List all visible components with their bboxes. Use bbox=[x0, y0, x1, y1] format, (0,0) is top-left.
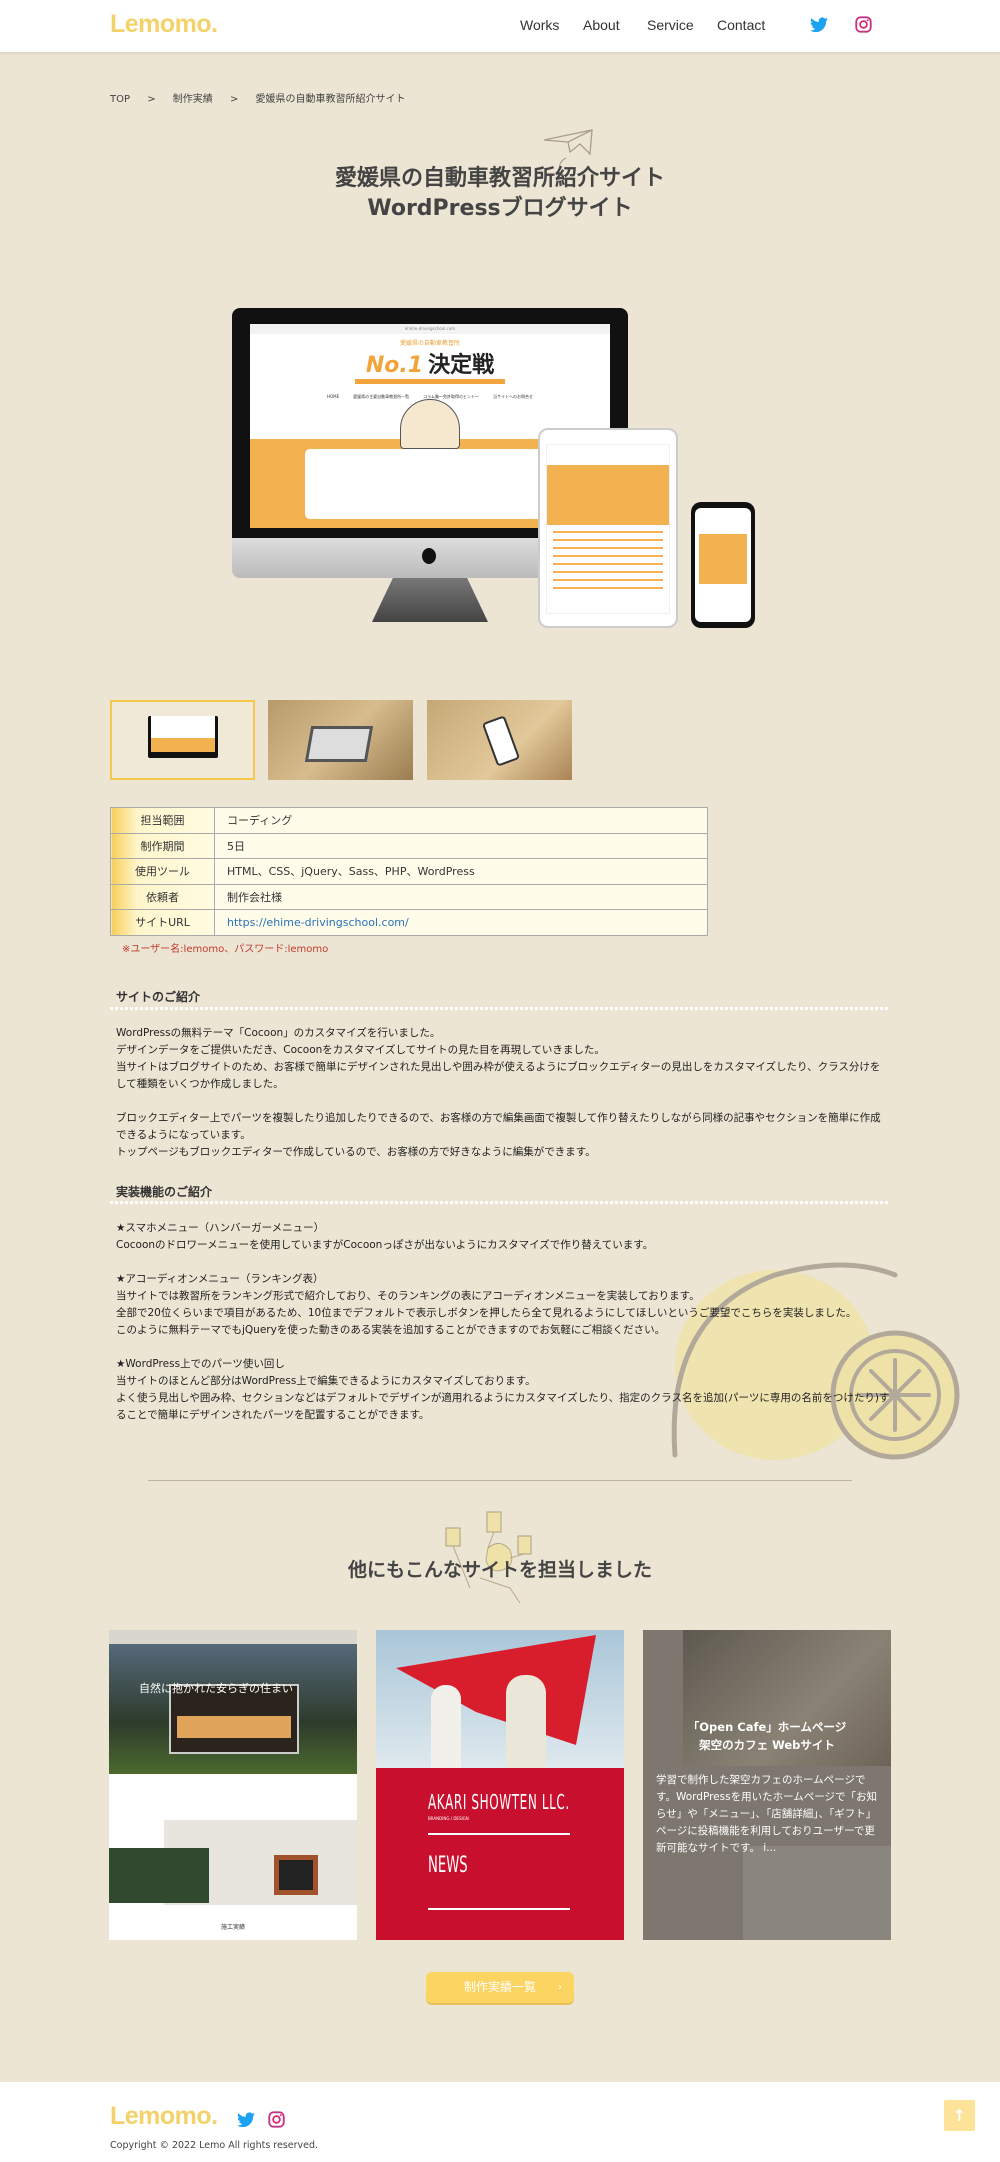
logo[interactable]: Lemomo. bbox=[110, 10, 218, 39]
detail-value: HTML、CSS、jQuery、Sass、PHP、WordPress bbox=[214, 858, 708, 885]
mockup-url: ehime-drivingschool.com bbox=[250, 324, 610, 334]
paragraph-line bbox=[116, 1093, 896, 1110]
copyright: Copyright © 2022 Lemo All rights reserve… bbox=[110, 2140, 319, 2151]
thumbnail-3[interactable] bbox=[427, 700, 572, 780]
thumbnail-1[interactable] bbox=[110, 700, 255, 780]
paragraph-line: して種類をいくつか作成しました。 bbox=[116, 1078, 284, 1090]
nav-service[interactable]: Service bbox=[647, 17, 694, 33]
work-card-3[interactable]: 「Open Cafe」ホームページ 架空のカフェ Webサイト 学習で制作した架… bbox=[643, 1630, 891, 1940]
back-to-top-button[interactable]: ↑ bbox=[944, 2100, 975, 2131]
detail-label: サイトURL bbox=[110, 909, 215, 936]
card-hero-text: 自然に抱かれた安らぎの住まい bbox=[139, 1682, 293, 1695]
tablet-mockup bbox=[538, 428, 678, 628]
twitter-icon[interactable] bbox=[810, 17, 828, 33]
divider bbox=[110, 1007, 890, 1010]
paragraph-line: ★スマホメニュー（ハンバーガーメニュー） bbox=[116, 1222, 325, 1234]
card-overlay-title: 「Open Cafe」ホームページ 架空のカフェ Webサイト bbox=[643, 1718, 891, 1754]
title-line-1: 愛媛県の自動車教習所紹介サイト bbox=[334, 166, 665, 191]
paragraph-line: WordPressの無料テーマ「Cocoon」のカスタマイズを行いました。 bbox=[116, 1027, 441, 1039]
detail-value: 制作会社様 bbox=[214, 883, 708, 910]
card-brand: AKARI SHOWTEN LLC. bbox=[428, 1790, 570, 1814]
work-card-2[interactable]: AKARI SHOWTEN LLC. BRANDING / DESIGN NEW… bbox=[376, 1630, 624, 1940]
breadcrumb-works[interactable]: 制作実績 bbox=[173, 94, 213, 105]
paragraph-line: ることで簡単にデザインされたパーツを配置することができます。 bbox=[116, 1409, 430, 1421]
card-title-line: 架空のカフェ Webサイト bbox=[699, 1738, 835, 1752]
card-title-line: 「Open Cafe」ホームページ bbox=[687, 1720, 847, 1734]
apple-logo-icon bbox=[422, 548, 436, 564]
paragraph-line: Cocoonのドロワーメニューを使用していますがCocoonっぽさが出ないように… bbox=[116, 1239, 654, 1251]
card-news: NEWS bbox=[428, 1853, 468, 1878]
card-brand-sub: BRANDING / DESIGN bbox=[428, 1816, 469, 1821]
detail-label: 依頼者 bbox=[110, 883, 215, 910]
detail-label: 使用ツール bbox=[110, 858, 215, 885]
button-label: 制作実績一覧 bbox=[463, 1980, 536, 1994]
works-list-button[interactable]: 制作実績一覧 › bbox=[426, 1972, 574, 2003]
table-row: 担当範囲 コーディング bbox=[110, 807, 708, 834]
chevron-right-icon: › bbox=[558, 1982, 562, 1993]
paragraph-line: トップページもブロックエディターで作成しているので、お客様の方で好きなように編集… bbox=[116, 1146, 596, 1158]
table-row: サイトURL https://ehime-drivingschool.com/ bbox=[110, 909, 708, 936]
breadcrumb: TOP > 制作実績 > 愛媛県の自動車教習所紹介サイト bbox=[110, 90, 420, 105]
paragraph-line: 当サイトはブログサイトのため、お客様で簡単にデザインされた見出しや囲み枠が使える… bbox=[116, 1061, 881, 1073]
paragraph-line bbox=[116, 1254, 896, 1271]
nav-works[interactable]: Works bbox=[520, 17, 559, 33]
instagram-icon[interactable] bbox=[855, 16, 872, 33]
mockup-headline-jp: 決定戦 bbox=[428, 353, 495, 378]
instagram-icon[interactable] bbox=[268, 2111, 285, 2128]
detail-value: 5日 bbox=[214, 832, 708, 859]
mockup-headline: No.1 bbox=[365, 353, 424, 378]
paragraph-line: よく使う見出しや囲み枠、セクションなどはデフォルトでデザインが適用れるようにカス… bbox=[116, 1392, 890, 1404]
paragraph-line: 当サイトでは教習所をランキング形式で紹介しており、そのランキングの表にアコーディ… bbox=[116, 1290, 700, 1302]
twitter-icon[interactable] bbox=[237, 2112, 255, 2128]
work-card-1[interactable]: 自然に抱かれた安らぎの住まい 施工実績 bbox=[109, 1630, 357, 1940]
breadcrumb-top[interactable]: TOP bbox=[110, 94, 130, 105]
paragraph-line: できるようになっています。 bbox=[116, 1129, 251, 1141]
section-divider bbox=[148, 1480, 852, 1481]
detail-value: コーディング bbox=[214, 807, 708, 834]
mockup-menu-item: 当サイトへのお問合せ bbox=[493, 394, 534, 399]
breadcrumb-separator: > bbox=[229, 94, 239, 105]
paragraph-line: 当サイトのほとんど部分はWordPress上で編集できるようにカスタマイズしてお… bbox=[116, 1375, 536, 1387]
paragraph-line: ★アコーディオンメニュー（ランキング表） bbox=[116, 1273, 324, 1285]
detail-label: 担当範囲 bbox=[110, 807, 215, 834]
nav-contact[interactable]: Contact bbox=[717, 17, 765, 33]
paragraph-line: このように無料テーマでもjQueryを使った動きのある実装を追加することができま… bbox=[116, 1324, 666, 1336]
divider bbox=[110, 1201, 890, 1204]
intro-heading: サイトのご紹介 bbox=[116, 990, 201, 1004]
site-header: Lemomo. Works About Service Contact bbox=[0, 0, 1000, 52]
site-footer: Lemomo. Copyright © 2022 Lemo All rights… bbox=[0, 2082, 1000, 2162]
arrow-up-icon: ↑ bbox=[952, 2106, 967, 2125]
page-title: 愛媛県の自動車教習所紹介サイト WordPressブログサイト bbox=[0, 164, 1000, 224]
footer-logo[interactable]: Lemomo. bbox=[110, 2102, 218, 2131]
breadcrumb-separator: > bbox=[147, 94, 156, 105]
phone-mockup bbox=[691, 502, 755, 628]
card-section-label: 施工実績 bbox=[220, 1924, 245, 1931]
thumbnail-2[interactable] bbox=[268, 700, 413, 780]
features-text: ★スマホメニュー（ハンバーガーメニュー） Cocoonのドロワーメニューを使用して… bbox=[116, 1220, 896, 1424]
paragraph-line: ★WordPress上でのパーツ使い回し bbox=[116, 1358, 285, 1370]
others-heading: 他にもこんなサイトを担当しました bbox=[347, 1559, 652, 1581]
project-details-table: 担当範囲 コーディング 制作期間 5日 使用ツール HTML、CSS、jQuery、S… bbox=[110, 807, 708, 936]
table-row: 制作期間 5日 bbox=[110, 832, 708, 859]
intro-text: WordPressの無料テーマ「Cocoon」のカスタマイズを行いました。デザイ… bbox=[116, 1025, 896, 1161]
mockup-menu-item: HOME bbox=[326, 394, 340, 399]
paragraph-line: ブロックエディター上でパーツを複製したり追加したりできるので、お客様の方で編集画… bbox=[116, 1112, 881, 1124]
mockup-sub: 愛媛県の自動車教習所 bbox=[399, 340, 460, 347]
table-row: 使用ツール HTML、CSS、jQuery、Sass、PHP、WordPress bbox=[110, 858, 708, 885]
title-line-2: WordPressブログサイト bbox=[367, 196, 633, 221]
nav-about[interactable]: About bbox=[583, 17, 620, 33]
features-heading: 実装機能のご紹介 bbox=[116, 1185, 213, 1199]
mockup-menu-item: 愛媛県の主要自動車教習所一覧 bbox=[353, 394, 410, 399]
paragraph-line: 全部で20位くらいまで項目があるため、10位までデフォルトで表示しボタンを押した… bbox=[116, 1307, 857, 1319]
login-note: ※ユーザー名:lemomo、パスワード:lemomo bbox=[122, 944, 329, 955]
card-description: 学習で制作した架空カフェのホームページです。WordPressを用いたホームペー… bbox=[656, 1774, 878, 1854]
detail-label: 制作期間 bbox=[110, 832, 215, 859]
breadcrumb-current: 愛媛県の自動車教習所紹介サイト bbox=[255, 94, 406, 105]
paragraph-line bbox=[116, 1339, 896, 1356]
table-row: 依頼者 制作会社様 bbox=[110, 883, 708, 910]
paragraph-line: デザインデータをご提供いただき、Cocoonをカスタマイズしてサイトの見た目を再… bbox=[116, 1044, 605, 1056]
site-url-link[interactable]: https://ehime-drivingschool.com/ bbox=[227, 916, 409, 929]
